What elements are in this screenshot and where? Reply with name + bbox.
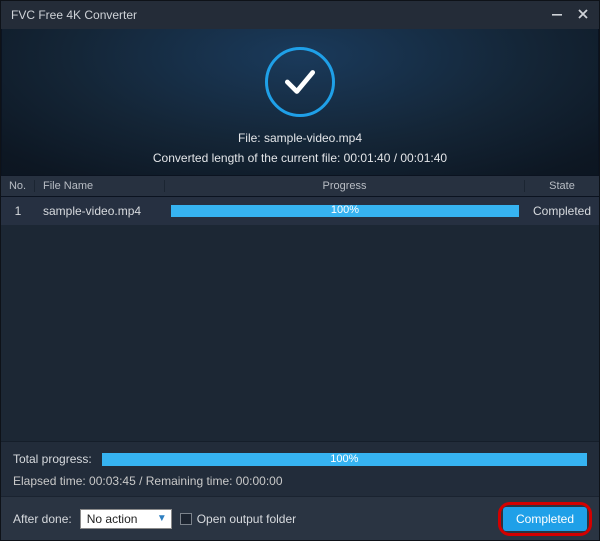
app-title: FVC Free 4K Converter	[11, 8, 137, 22]
table-empty-area	[1, 225, 599, 441]
col-header-file: File Name	[35, 180, 165, 192]
after-done-select[interactable]: No action ▼	[80, 509, 172, 529]
elapsed-remaining-line: Elapsed time: 00:03:45 / Remaining time:…	[13, 474, 587, 488]
after-done-value: No action	[87, 512, 138, 526]
file-name: sample-video.mp4	[264, 131, 362, 145]
col-header-state: State	[525, 180, 599, 192]
close-icon[interactable]	[577, 8, 589, 23]
total-progress-pct: 100%	[102, 453, 587, 465]
total-progress-row: Total progress: 100%	[13, 452, 587, 466]
footer-status: Total progress: 100% Elapsed time: 00:03…	[1, 441, 599, 496]
col-header-no: No.	[1, 180, 35, 192]
after-done-group: After done: No action ▼ Open output fold…	[13, 509, 296, 529]
converted-length-line: Converted length of the current file: 00…	[2, 151, 598, 165]
open-output-folder-checkbox[interactable]: Open output folder	[180, 512, 296, 526]
checkbox-box-icon	[180, 513, 192, 525]
window-controls	[551, 8, 589, 23]
checkmark-circle-icon	[265, 47, 335, 117]
row-no: 1	[1, 204, 35, 218]
footer-actions: After done: No action ▼ Open output fold…	[1, 496, 599, 540]
table-row[interactable]: 1 sample-video.mp4 100% Completed	[1, 197, 599, 225]
files-table: No. File Name Progress State 1 sample-vi…	[1, 175, 599, 225]
success-indicator	[2, 43, 598, 117]
after-done-label: After done:	[13, 512, 72, 526]
total-progress-label: Total progress:	[13, 452, 92, 466]
row-file: sample-video.mp4	[35, 204, 165, 218]
file-prefix: File:	[238, 131, 264, 145]
table-header: No. File Name Progress State	[1, 175, 599, 197]
col-header-progress: Progress	[165, 180, 525, 192]
row-progress-bar: 100%	[171, 205, 519, 217]
chevron-down-icon: ▼	[157, 513, 167, 524]
table-body: 1 sample-video.mp4 100% Completed	[1, 197, 599, 225]
open-output-folder-label: Open output folder	[197, 512, 296, 526]
completed-button[interactable]: Completed	[503, 507, 587, 531]
status-panel: File: sample-video.mp4 Converted length …	[1, 29, 599, 175]
titlebar: FVC Free 4K Converter	[1, 1, 599, 29]
file-line: File: sample-video.mp4	[2, 131, 598, 145]
minimize-icon[interactable]	[551, 8, 563, 23]
row-state: Completed	[525, 204, 599, 218]
row-progress-cell: 100%	[165, 205, 525, 217]
completed-button-wrap: Completed	[503, 507, 587, 531]
app-window: FVC Free 4K Converter File: sample-video…	[0, 0, 600, 541]
row-progress-label: 100%	[171, 205, 519, 216]
total-progress-bar: 100%	[102, 453, 587, 466]
